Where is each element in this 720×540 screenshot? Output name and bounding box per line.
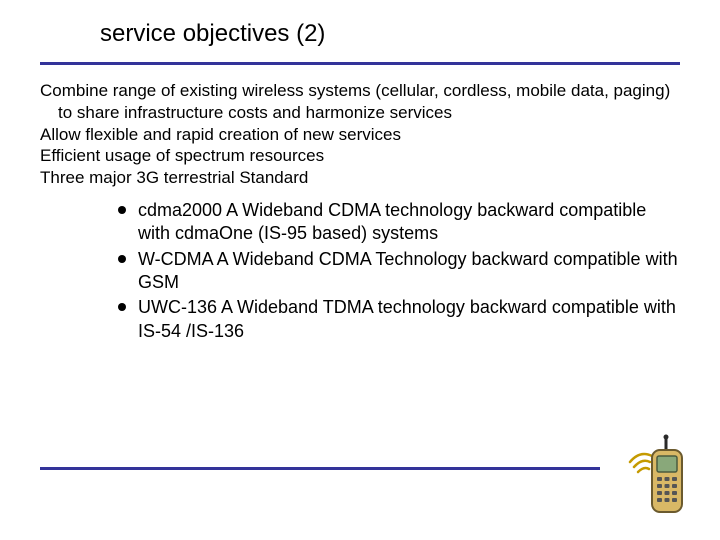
slide-title: service objectives (2) (100, 20, 325, 48)
list-item: UWC-136 A Wideband TDMA technology backw… (118, 296, 680, 343)
paragraph: Allow flexible and rapid creation of new… (40, 124, 680, 146)
paragraph: Efficient usage of spectrum resources (40, 145, 680, 167)
list-item: cdma2000 A Wideband CDMA technology back… (118, 199, 680, 246)
title-divider (40, 62, 680, 65)
footer-divider (40, 467, 600, 470)
paragraph: Combine range of existing wireless syste… (40, 80, 680, 124)
slide: service objectives (2) Combine range of … (0, 0, 720, 540)
mobile-phone-icon (622, 432, 692, 522)
list-item: W-CDMA A Wideband CDMA Technology backwa… (118, 248, 680, 295)
bullet-list: cdma2000 A Wideband CDMA technology back… (40, 199, 680, 343)
paragraph: Three major 3G terrestrial Standard (40, 167, 680, 189)
body-text: Combine range of existing wireless syste… (40, 80, 680, 345)
